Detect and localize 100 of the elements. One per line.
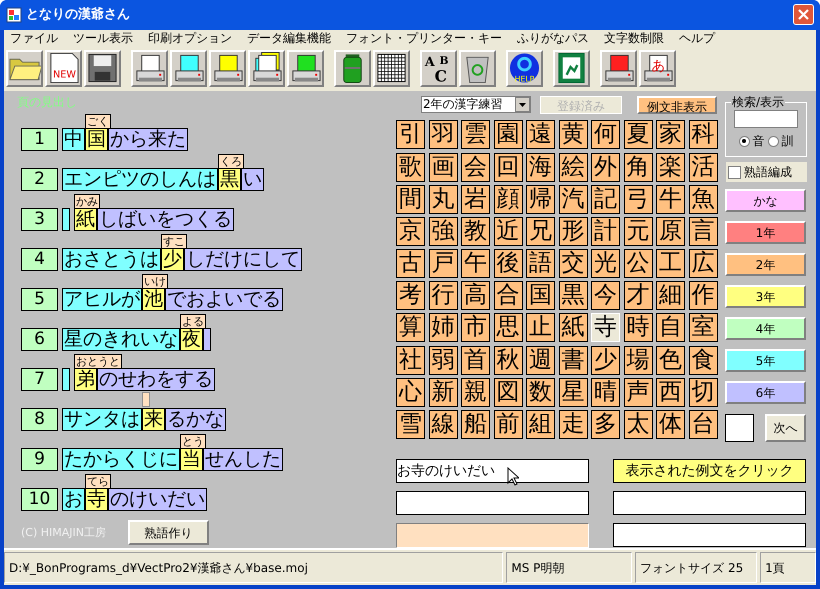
kanji-tile[interactable]: 市 [461, 313, 490, 342]
kanji-tile[interactable]: 考 [396, 281, 425, 310]
kanji-tile[interactable]: 後 [494, 249, 522, 278]
kanji-tile[interactable]: 数 [526, 378, 555, 407]
kanji-tile[interactable]: 自 [656, 313, 685, 342]
kanji-tile[interactable]: 兄 [526, 216, 555, 246]
next-button[interactable]: 次へ [765, 414, 806, 442]
kanji-tile[interactable]: 楽 [656, 152, 685, 182]
kanji-tile[interactable]: 羽 [428, 120, 458, 150]
kanji-tile[interactable]: 弓 [624, 184, 652, 214]
toolbar-button[interactable] [553, 50, 590, 87]
kanji-tile[interactable]: 帰 [526, 184, 555, 214]
kanji-tile[interactable]: 算 [396, 313, 425, 342]
radio-button[interactable] [768, 136, 778, 147]
kanji-tile[interactable]: 寺 [591, 313, 620, 342]
kanji-tile[interactable]: 食 [688, 346, 718, 375]
search-field[interactable] [734, 110, 798, 128]
kanji-tile[interactable]: 船 [461, 410, 490, 440]
kanji-tile[interactable]: 作 [688, 281, 718, 310]
kanji-tile[interactable]: 秋 [494, 346, 522, 375]
kanji-tile[interactable]: 会 [461, 152, 490, 182]
kanji-tile[interactable]: 絵 [558, 152, 588, 182]
kanji-tile[interactable]: 晴 [591, 378, 620, 407]
kanji-tile[interactable]: 黒 [558, 281, 588, 310]
text-field[interactable] [396, 491, 589, 516]
kanji-tile[interactable]: 場 [624, 346, 652, 375]
kanji-tile[interactable]: 戸 [428, 249, 458, 278]
kanji-tile[interactable]: 計 [591, 216, 620, 246]
checkbox[interactable] [728, 166, 741, 179]
kanji-tile[interactable]: 走 [558, 410, 588, 440]
kanji-tile[interactable]: 時 [624, 313, 652, 342]
kanji-tile[interactable]: 細 [656, 281, 685, 310]
close-button[interactable] [793, 4, 814, 26]
text-field[interactable] [613, 491, 806, 516]
kanji-tile[interactable]: 形 [558, 216, 588, 246]
kanji-tile[interactable]: 体 [656, 410, 685, 440]
kanji-tile[interactable]: 何 [591, 120, 620, 150]
kanji-tile[interactable]: 国 [526, 281, 555, 310]
menu-item[interactable]: 印刷オプション [148, 29, 232, 48]
kanji-tile[interactable]: 高 [461, 281, 490, 310]
kanji-tile[interactable]: 親 [461, 378, 490, 407]
kanji-tile[interactable]: 科 [688, 120, 718, 150]
menu-item[interactable]: ヘルプ [679, 29, 715, 48]
kanji-tile[interactable]: 書 [558, 346, 588, 375]
toolbar-button[interactable] [459, 50, 496, 87]
kanji-tile[interactable]: 線 [428, 410, 458, 440]
kanji-tile[interactable]: 行 [428, 281, 458, 310]
kanji-tile[interactable]: 園 [494, 120, 522, 150]
kanji-tile[interactable]: 夏 [624, 120, 652, 150]
kanji-tile[interactable]: 牛 [656, 184, 685, 214]
kanji-tile[interactable]: 星 [558, 378, 588, 407]
kanji-tile[interactable]: 雲 [461, 120, 490, 150]
grade-button[interactable]: かな [725, 189, 806, 212]
kanji-tile[interactable]: 言 [688, 216, 718, 246]
kanji-tile[interactable]: 近 [494, 216, 522, 246]
input-field[interactable] [396, 523, 589, 548]
menu-item[interactable]: 文字数制限 [604, 29, 664, 48]
kanji-tile[interactable]: 公 [624, 249, 652, 278]
kanji-tile[interactable]: 教 [461, 216, 490, 246]
kanji-tile[interactable]: 心 [396, 378, 425, 407]
kanji-tile[interactable]: 語 [526, 249, 555, 278]
kanji-tile[interactable]: 交 [558, 249, 588, 278]
kanji-tile[interactable]: 遠 [526, 120, 555, 150]
toolbar-button[interactable] [334, 50, 371, 87]
kanji-tile[interactable]: 顔 [494, 184, 522, 214]
kanji-tile[interactable]: 太 [624, 410, 652, 440]
kanji-tile[interactable]: 引 [396, 120, 425, 150]
kanji-tile[interactable]: 前 [494, 410, 522, 440]
kanji-tile[interactable]: 魚 [688, 184, 718, 214]
kanji-tile[interactable]: 週 [526, 346, 555, 375]
kanji-tile[interactable]: 社 [396, 346, 425, 375]
grade-button[interactable]: 4年 [725, 317, 806, 340]
kanji-tile[interactable]: 黄 [558, 120, 588, 150]
kanji-tile[interactable]: 雪 [396, 410, 425, 440]
grade-button[interactable]: 5年 [725, 349, 806, 372]
kanji-tile[interactable]: 工 [656, 249, 685, 278]
kanji-tile[interactable]: 回 [494, 152, 522, 182]
compound-button[interactable]: 熟語作り [128, 520, 210, 546]
toolbar-button[interactable] [373, 50, 410, 87]
kanji-tile[interactable]: 少 [591, 346, 620, 375]
grade-button[interactable]: 2年 [725, 253, 806, 276]
kanji-tile[interactable]: 西 [656, 378, 685, 407]
kanji-tile[interactable]: 光 [591, 249, 620, 278]
set-dropdown[interactable]: 2年の漢字練習 [421, 96, 531, 114]
kanji-tile[interactable]: 岩 [461, 184, 490, 214]
menu-item[interactable]: データ編集機能 [247, 29, 331, 48]
kanji-tile[interactable]: 弱 [428, 346, 458, 375]
kanji-tile[interactable]: 多 [591, 410, 620, 440]
kanji-tile[interactable]: 画 [428, 152, 458, 182]
toolbar-button[interactable] [248, 50, 285, 87]
kanji-tile[interactable]: 活 [688, 152, 718, 182]
hide-examples-button[interactable]: 例文非表示 [637, 96, 717, 114]
kanji-tile[interactable]: 新 [428, 378, 458, 407]
kanji-tile[interactable]: 声 [624, 378, 652, 407]
menu-item[interactable]: ツール表示 [73, 29, 133, 48]
kanji-tile[interactable]: 首 [461, 346, 490, 375]
kanji-tile[interactable]: 古 [396, 249, 425, 278]
kanji-tile[interactable]: 海 [526, 152, 555, 182]
kanji-tile[interactable]: 才 [624, 281, 652, 310]
text-field[interactable]: お寺のけいだい [396, 459, 589, 484]
